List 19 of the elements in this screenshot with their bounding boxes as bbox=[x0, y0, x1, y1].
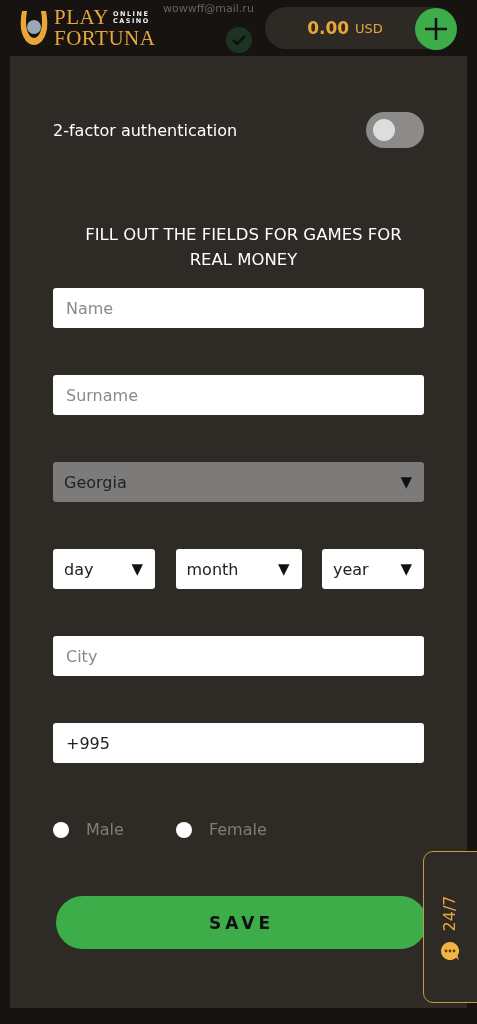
email-text: wowwff@mail.ru bbox=[163, 2, 254, 16]
two-factor-label: 2-factor authentication bbox=[53, 120, 238, 140]
horseshoe-logo-icon bbox=[18, 9, 50, 47]
text-field[interactable]: City bbox=[53, 636, 424, 676]
support-tab[interactable]: 24/7 bbox=[423, 851, 477, 1003]
deposit-button[interactable] bbox=[415, 8, 457, 50]
text-field[interactable]: Surname bbox=[53, 375, 424, 415]
date-select[interactable]: year ▼ bbox=[322, 549, 424, 589]
gender-radio[interactable]: Female bbox=[175, 820, 267, 839]
plus-icon bbox=[424, 17, 448, 41]
date-select[interactable]: day ▼ bbox=[53, 549, 155, 589]
chat-icon bbox=[440, 940, 460, 961]
check-icon bbox=[226, 27, 252, 53]
toggle-switch[interactable] bbox=[366, 112, 424, 148]
text-field[interactable]: Name bbox=[53, 288, 424, 328]
phone-field[interactable]: +995 bbox=[53, 723, 424, 763]
form-title: FILL OUT THE FIELDS FOR GAMES FOR REAL MONEY bbox=[84, 224, 403, 271]
date-select[interactable]: month ▼ bbox=[175, 549, 302, 589]
gender-radio[interactable]: Male bbox=[53, 820, 124, 839]
